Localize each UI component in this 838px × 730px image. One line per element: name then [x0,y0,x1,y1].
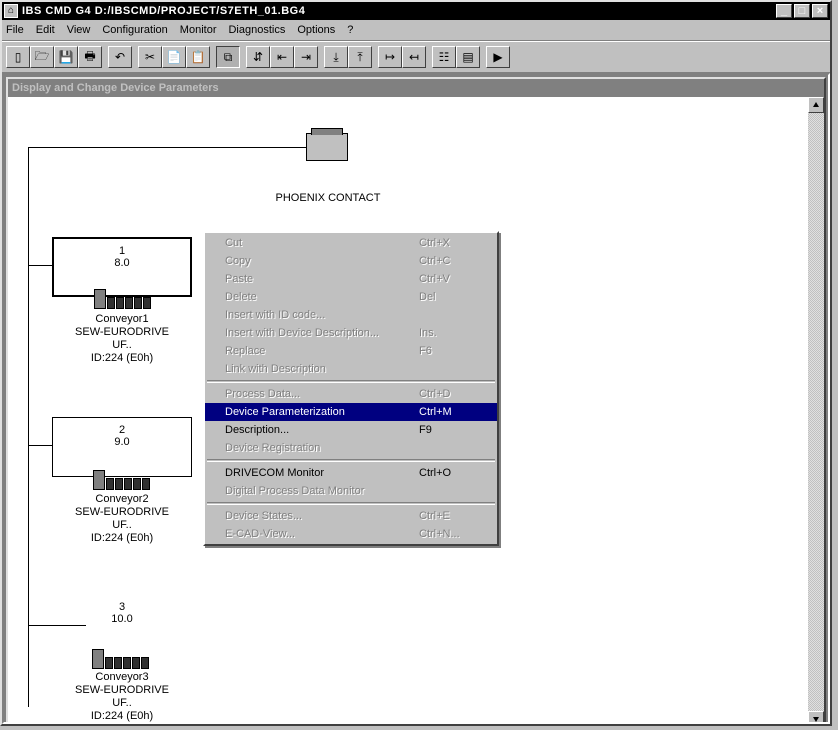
toolbar-zoom-out[interactable]: ⇥ [294,46,318,68]
toolbar-ins-right[interactable]: ↤ [402,46,426,68]
menu-monitor[interactable]: Monitor [180,24,217,36]
cm-replace[interactable]: Replace F6 [205,342,497,360]
cm-delete[interactable]: Delete Del [205,288,497,306]
titlebar: ⌂ IBS CMD G4 D:/IBSCMD/PROJECT/S7ETH_01.… [2,2,830,20]
cm-device-states[interactable]: Device States... Ctrl+E [205,507,497,525]
context-menu: Cut Ctrl+X Copy Ctrl+C Paste Ctrl+V De [203,231,499,546]
toolbar-fit[interactable]: ⇵ [246,46,270,68]
child-title-text: Display and Change Device Parameters [12,82,219,94]
app-window: ⌂ IBS CMD G4 D:/IBSCMD/PROJECT/S7ETH_01.… [0,0,832,726]
toolbar: ▯ 🗁 💾 🖶 ↶ ✂ 📄 📋 ⧉ ⇵ ⇤ ⇥ ⤓ ⤒ ↦ ↤ ☷ ▤ ▶ [2,41,830,73]
child-titlebar: Display and Change Device Parameters [8,79,824,97]
close-button[interactable]: × [812,4,828,18]
cm-insert-device-desc[interactable]: Insert with Device Description... Ins. [205,324,497,342]
toolbar-new[interactable]: ▯ [6,46,30,68]
menu-file[interactable]: File [6,24,24,36]
bus-stub-1 [28,265,52,266]
toolbar-zoom-in[interactable]: ⇤ [270,46,294,68]
toolbar-undo[interactable]: ↶ [108,46,132,68]
bus-root-line [28,147,306,148]
toolbar-cut[interactable]: ✂ [138,46,162,68]
bus-stub-2 [28,445,52,446]
menu-view[interactable]: View [67,24,91,36]
mdi-client: Display and Change Device Parameters PHO… [2,73,830,724]
toolbar-print[interactable]: 🖶 [78,46,102,68]
minimize-button[interactable]: _ [776,4,792,18]
cm-description[interactable]: Description... F9 [205,421,497,439]
menubar: File Edit View Configuration Monitor Dia… [2,20,830,41]
cm-device-parameterization[interactable]: Device Parameterization Ctrl+M [205,403,497,421]
diagram-area: PHOENIX CONTACT IBS ISA SC/RI/RT-LK ID:2… [8,97,824,724]
toolbar-properties[interactable]: ▤ [456,46,480,68]
app-icon: ⌂ [4,4,18,18]
cm-sep-3 [207,502,495,505]
controller-icon[interactable] [306,133,348,161]
device-node-conveyor2[interactable]: 2 9.0 Conveyor2 SEW-EURODRIVE UF.. ID:22 [52,417,192,477]
menu-help[interactable]: ? [347,24,353,36]
vertical-scrollbar[interactable] [808,97,824,724]
maximize-button[interactable]: □ [794,4,810,18]
cm-ecad-view[interactable]: E-CAD-View... Ctrl+N... [205,525,497,543]
device-node-conveyor1[interactable]: 1 8.0 Conveyor1 SEW-EURODRIVE UF.. ID:22 [52,237,192,297]
menu-diagnostics[interactable]: Diagnostics [228,24,285,36]
cm-drivecom[interactable]: DRIVECOM Monitor Ctrl+O [205,464,497,482]
menu-options[interactable]: Options [297,24,335,36]
cm-insert-id[interactable]: Insert with ID code... [205,306,497,324]
menu-edit[interactable]: Edit [36,24,55,36]
scroll-down-button[interactable] [808,711,824,724]
window-title: IBS CMD G4 D:/IBSCMD/PROJECT/S7ETH_01.BG… [22,5,776,17]
toolbar-run[interactable]: ▶ [486,46,510,68]
bus-vertical-line [28,147,29,707]
cm-paste[interactable]: Paste Ctrl+V [205,270,497,288]
toolbar-ins-left[interactable]: ↦ [378,46,402,68]
toolbar-paste[interactable]: 📋 [186,46,210,68]
scroll-track[interactable] [808,113,824,711]
cm-sep-1 [207,380,495,383]
scroll-up-button[interactable] [808,97,824,113]
cm-device-registration[interactable]: Device Registration [205,439,497,457]
device-node-conveyor3[interactable]: 3 10.0 Conveyor3 SEW-EURODRIVE UF.. ID:2 [52,595,192,655]
toolbar-open[interactable]: 🗁 [30,46,54,68]
toolbar-download[interactable]: ⤓ [324,46,348,68]
toolbar-diagram-view[interactable]: ⧉ [216,46,240,68]
child-window: Display and Change Device Parameters PHO… [6,77,826,724]
toolbar-save[interactable]: 💾 [54,46,78,68]
cm-link-desc[interactable]: Link with Description [205,360,497,378]
toolbar-tree[interactable]: ☷ [432,46,456,68]
menu-configuration[interactable]: Configuration [102,24,167,36]
cm-cut[interactable]: Cut Ctrl+X [205,234,497,252]
cm-process-data[interactable]: Process Data... Ctrl+D [205,385,497,403]
toolbar-copy[interactable]: 📄 [162,46,186,68]
cm-digital-process-data[interactable]: Digital Process Data Monitor [205,482,497,500]
toolbar-upload[interactable]: ⤒ [348,46,372,68]
cm-sep-2 [207,459,495,462]
cm-copy[interactable]: Copy Ctrl+C [205,252,497,270]
